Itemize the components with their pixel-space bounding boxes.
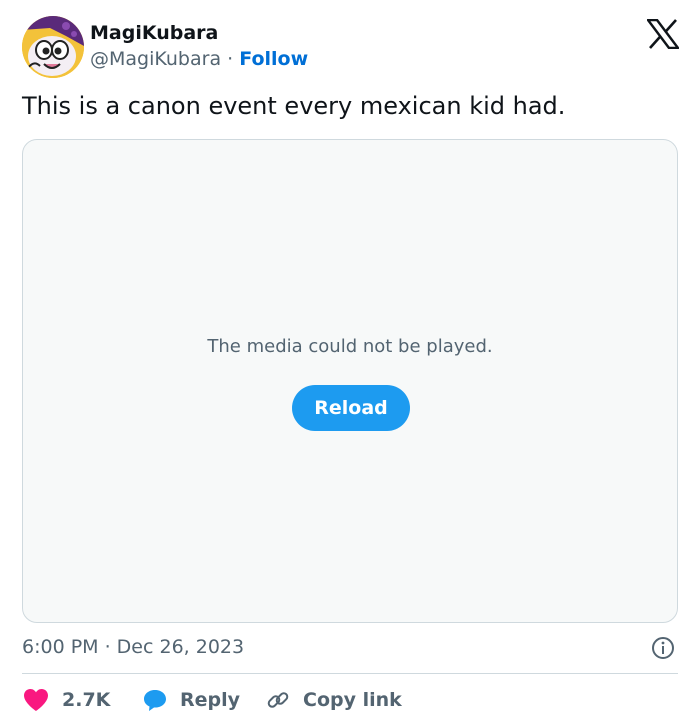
copy-link-button[interactable]: Copy link [265,686,402,714]
author-name[interactable]: MagiKubara [90,22,218,44]
media-player: The media could not be played. Reload [22,139,678,623]
handle-separator: · [227,48,234,70]
embedded-tweet-card: MagiKubara @MagiKubara · Follow This is … [0,0,700,727]
like-count: 2.7K [62,689,111,711]
reply-label: Reply [180,689,241,711]
author-avatar[interactable] [22,16,84,78]
media-error-message: The media could not be played. [207,336,493,357]
tweet-timestamp[interactable]: 6:00 PM · Dec 26, 2023 [22,636,244,658]
tweet-text: This is a canon event every mexican kid … [22,92,566,120]
like-button[interactable]: 2.7K [22,686,110,714]
follow-link[interactable]: Follow [239,48,308,70]
reply-button[interactable]: Reply [142,686,240,714]
heart-icon [22,687,50,713]
author-handle[interactable]: @MagiKubara [90,48,221,70]
x-logo-icon[interactable] [646,18,680,50]
reload-button[interactable]: Reload [292,385,410,431]
divider [22,673,678,674]
speech-bubble-icon [142,687,168,713]
link-icon [265,687,291,713]
info-icon[interactable] [651,636,675,660]
copy-link-label: Copy link [303,689,402,711]
author-handle-line: @MagiKubara · Follow [90,48,308,70]
